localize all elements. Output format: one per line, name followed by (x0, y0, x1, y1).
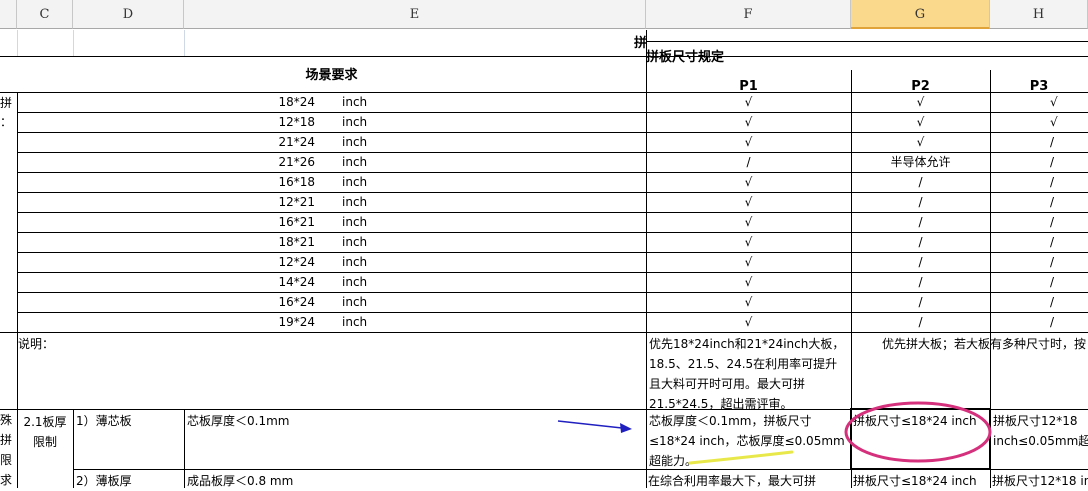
row-p1[interactable]: √ (646, 92, 851, 112)
row-p1[interactable]: √ (646, 252, 851, 272)
row-p3[interactable]: / (1050, 152, 1088, 172)
row-p2[interactable]: √ (851, 112, 990, 132)
thin-board-p2[interactable]: 拼板尺寸≤18*24 inch (853, 471, 989, 491)
row-p1[interactable]: √ (646, 232, 851, 252)
selected-cell[interactable] (850, 408, 991, 470)
row-p3[interactable]: / (1050, 172, 1088, 192)
row-p3[interactable]: / (1050, 312, 1088, 332)
row-p3[interactable]: / (1050, 292, 1088, 312)
thin-board-label: 2）薄板厚 (76, 474, 132, 488)
row-size[interactable]: 12*21 (260, 192, 315, 212)
row-p1[interactable]: √ (646, 292, 851, 312)
row-p3[interactable]: / (1050, 132, 1088, 152)
row-p2[interactable]: / (851, 212, 990, 232)
row-unit: inch (342, 155, 368, 169)
row-unit: inch (342, 175, 368, 189)
row-p1[interactable]: / (646, 152, 851, 172)
notes-label: 说明： (18, 337, 55, 351)
row-p1[interactable]: √ (646, 272, 851, 292)
row-size[interactable]: 16*24 (260, 292, 315, 312)
sheet-grid[interactable]: 拼 拼板尺寸规定 场景要求 P1 P2 P3 拼 ： 殊 拼 限 求 18*24… (0, 30, 1088, 488)
thin-core-label: 1）薄芯板 (76, 414, 132, 428)
thin-core-p3[interactable]: 拼板尺寸12*18 inch≤0.05mm超能力。 (990, 409, 1088, 451)
row-size[interactable]: 21*24 (260, 132, 315, 152)
column-header-g[interactable]: G (851, 0, 990, 29)
row-size[interactable]: 21*26 (260, 152, 315, 172)
row-p3[interactable]: / (1050, 272, 1088, 292)
row-p3[interactable]: / (1050, 252, 1088, 272)
notes-p1[interactable]: 优先18*24inch和21*24inch大板，18.5、21.5、24.5在利… (646, 332, 851, 411)
row-unit: inch (342, 135, 368, 149)
row-p1[interactable]: √ (646, 112, 851, 132)
row-size[interactable]: 16*18 (260, 172, 315, 192)
row-p2[interactable]: / (851, 172, 990, 192)
row-unit: inch (342, 215, 368, 229)
left-label-6: 求 (0, 473, 13, 487)
left-label-3: 殊 (0, 413, 13, 427)
thin-core-p1[interactable]: 芯板厚度＜0.1mm，拼板尺寸≤18*24 inch，芯板厚度≤0.05mm超能… (646, 409, 851, 471)
row-p3[interactable]: / (1050, 212, 1088, 232)
row-p2[interactable]: / (851, 192, 990, 212)
row-p2[interactable]: / (851, 232, 990, 252)
row-p2[interactable]: / (851, 272, 990, 292)
row-unit: inch (342, 255, 368, 269)
corner-header[interactable] (0, 0, 17, 29)
column-header-h[interactable]: H (990, 0, 1088, 29)
row-p3[interactable]: √ (1050, 112, 1088, 132)
row-p2[interactable]: √ (851, 132, 990, 152)
thin-core-p3-text: 拼板尺寸12*18 inch≤0.05mm超能力。 (993, 414, 1088, 448)
left-label-5: 限 (0, 453, 13, 467)
row-p3[interactable]: √ (1050, 92, 1088, 112)
thickness-limit-label: 2.1板厚限制 (23, 415, 67, 449)
row-unit: inch (342, 315, 368, 329)
row-p1[interactable]: √ (646, 212, 851, 232)
row-p1[interactable]: √ (646, 312, 851, 332)
thin-core-condition: 芯板厚度＜0.1mm (187, 414, 290, 428)
thin-board-condition: 成品板厚＜0.8 mm (187, 474, 294, 488)
row-p2[interactable]: / (851, 312, 990, 332)
row-p1[interactable]: √ (646, 192, 851, 212)
row-size[interactable]: 12*24 (260, 252, 315, 272)
notes-p2[interactable]: 优先拼大板；若大板有多种尺寸时，按 (882, 334, 1088, 354)
row-unit: inch (342, 235, 368, 249)
thin-board-p1[interactable]: 在综合利用率最大下，最大可拼 (648, 471, 851, 491)
row-size[interactable]: 14*24 (260, 272, 315, 292)
row-p2[interactable]: √ (851, 92, 990, 112)
row-unit: inch (342, 95, 368, 109)
left-label-4: 拼 (0, 433, 13, 447)
column-header-d[interactable]: D (73, 0, 184, 29)
left-label-1: 拼 (0, 96, 13, 110)
row-size[interactable]: 18*24 (260, 92, 315, 112)
row-p2[interactable]: 半导体允许 (851, 152, 990, 172)
row-size[interactable]: 12*18 (260, 112, 315, 132)
row-p2[interactable]: / (851, 252, 990, 272)
row-unit: inch (342, 115, 368, 129)
row-p3[interactable]: / (1050, 192, 1088, 212)
row-p3[interactable]: / (1050, 232, 1088, 252)
row-unit: inch (342, 275, 368, 289)
column-header-c[interactable]: C (17, 0, 73, 29)
row-size[interactable]: 18*21 (260, 232, 315, 252)
row-size[interactable]: 19*24 (260, 312, 315, 332)
column-header-f[interactable]: F (646, 0, 851, 29)
row-p1[interactable]: √ (646, 172, 851, 192)
row-p1[interactable]: √ (646, 132, 851, 152)
row-p2[interactable]: / (851, 292, 990, 312)
row-unit: inch (342, 295, 368, 309)
column-header-e[interactable]: E (184, 0, 646, 29)
scene-requirement-header: 场景要求 (305, 68, 358, 83)
left-label-2: ： (0, 115, 13, 129)
row-unit: inch (342, 195, 368, 209)
thin-board-p3[interactable]: 拼板尺寸12*18 inch (992, 471, 1088, 491)
row-size[interactable]: 16*21 (260, 212, 315, 232)
